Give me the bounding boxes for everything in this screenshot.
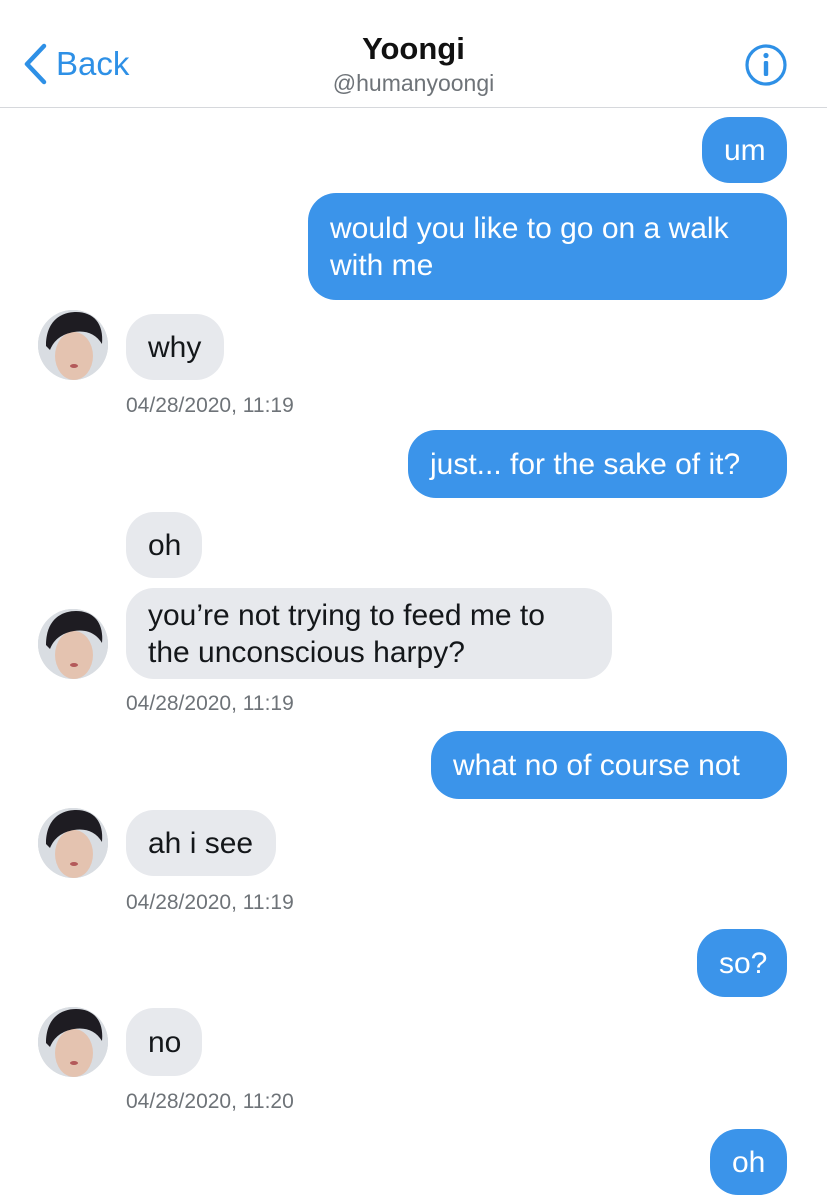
conversation-header: Back Yoongi @humanyoongi — [0, 0, 827, 108]
avatar-photo — [38, 808, 108, 878]
outgoing-message[interactable]: um — [702, 117, 787, 183]
message-text: just... for the sake of it? — [430, 447, 741, 481]
contact-name: Yoongi — [362, 31, 465, 66]
incoming-message[interactable]: no — [126, 1008, 202, 1076]
avatar-photo — [38, 1007, 108, 1077]
message-timestamp: 04/28/2020, 11:19 — [126, 891, 294, 914]
message-timestamp: 04/28/2020, 11:19 — [126, 692, 294, 715]
incoming-message[interactable]: you’re not trying to feed me to the unco… — [126, 588, 612, 679]
avatar[interactable] — [38, 310, 108, 380]
message-timestamp: 04/28/2020, 11:19 — [126, 394, 294, 417]
avatar-photo — [38, 310, 108, 380]
outgoing-message[interactable]: oh — [710, 1129, 787, 1195]
info-icon[interactable] — [744, 43, 788, 87]
dm-conversation: Back Yoongi @humanyoongi um would you li… — [0, 0, 827, 1200]
incoming-message[interactable]: oh — [126, 512, 202, 578]
outgoing-message[interactable]: so? — [697, 929, 787, 997]
message-text: would you like to go on a walk with me — [330, 211, 729, 282]
avatar[interactable] — [38, 1007, 108, 1077]
message-text: um — [724, 133, 766, 167]
message-text: ah i see — [148, 826, 254, 860]
avatar[interactable] — [38, 808, 108, 878]
contact-handle: @humanyoongi — [332, 70, 495, 96]
message-text: you’re not trying to feed me to the unco… — [148, 598, 545, 669]
incoming-message[interactable]: ah i see — [126, 810, 276, 876]
message-text: why — [148, 330, 202, 364]
message-text: so? — [719, 946, 768, 980]
message-thread: um would you like to go on a walk with m… — [0, 109, 827, 1200]
message-text: oh — [148, 528, 182, 562]
incoming-message[interactable]: why — [126, 314, 224, 380]
avatar-photo — [38, 609, 108, 679]
contact-title-group[interactable]: Yoongi @humanyoongi — [0, 30, 827, 98]
avatar[interactable] — [38, 609, 108, 679]
outgoing-message[interactable]: would you like to go on a walk with me — [308, 193, 787, 300]
message-text: what no of course not — [453, 748, 740, 782]
message-timestamp: 04/28/2020, 11:20 — [126, 1090, 294, 1113]
outgoing-message[interactable]: what no of course not — [431, 731, 787, 799]
message-text: no — [148, 1025, 182, 1059]
message-text: oh — [732, 1145, 766, 1179]
outgoing-message[interactable]: just... for the sake of it? — [408, 430, 787, 498]
